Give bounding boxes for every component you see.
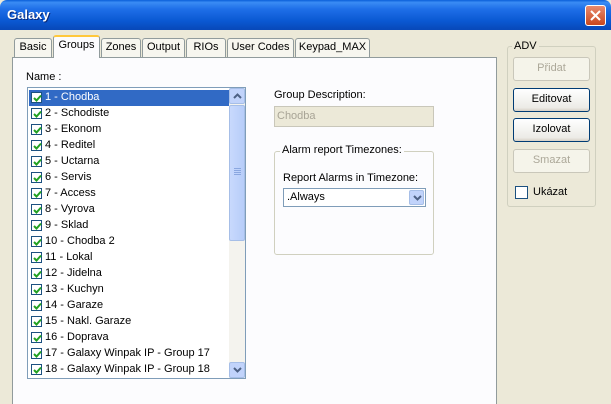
- tab-user-codes[interactable]: User Codes: [227, 38, 294, 57]
- tab-keypad-max[interactable]: Keypad_MAX: [295, 38, 370, 57]
- adv-title: ADV: [512, 40, 539, 52]
- checkbox[interactable]: [31, 236, 42, 247]
- list-item[interactable]: 3 - Ekonom: [29, 122, 230, 138]
- name-label: Name :: [26, 71, 62, 83]
- checkmark-icon: [33, 190, 42, 198]
- list-item[interactable]: 12 - Jidelna: [29, 266, 230, 282]
- checkbox[interactable]: [31, 316, 42, 327]
- checkbox[interactable]: [31, 156, 42, 167]
- checkmark-icon: [33, 158, 42, 166]
- list-item[interactable]: 16 - Doprava: [29, 330, 230, 346]
- show-checkbox-label: Ukázat: [533, 186, 568, 198]
- checkmark-icon: [33, 254, 42, 262]
- checkbox[interactable]: [31, 172, 42, 183]
- list-item[interactable]: 9 - Sklad: [29, 218, 230, 234]
- checkbox[interactable]: [31, 140, 42, 151]
- chevron-down-icon: [413, 195, 422, 201]
- list-item[interactable]: 13 - Kuchyn: [29, 282, 230, 298]
- checkbox[interactable]: [31, 188, 42, 199]
- checkmark-icon: [33, 126, 42, 134]
- tab-groups[interactable]: Groups: [53, 35, 100, 58]
- list-item[interactable]: 6 - Servis: [29, 170, 230, 186]
- checkmark-icon: [33, 302, 42, 310]
- tab-zones[interactable]: Zones: [101, 38, 141, 57]
- checkmark-icon: [33, 350, 42, 358]
- checkbox[interactable]: [31, 348, 42, 359]
- close-button[interactable]: [585, 5, 606, 26]
- checkmark-icon: [33, 94, 42, 102]
- chevron-up-icon: [233, 93, 242, 99]
- list-item[interactable]: 11 - Lokal: [29, 250, 230, 266]
- checkmark-icon: [33, 222, 42, 230]
- timezone-dropdown-button[interactable]: [409, 190, 424, 205]
- checkmark-icon: [33, 206, 42, 214]
- checkmark-icon: [33, 142, 42, 150]
- timezone-selected-value: .Always: [287, 191, 325, 203]
- window-title: Galaxy: [7, 7, 50, 22]
- close-icon: [590, 10, 601, 21]
- checkmark-icon: [33, 110, 42, 118]
- checkmark-icon: [33, 366, 42, 374]
- delete-button[interactable]: Smazat: [513, 149, 590, 173]
- groups-tab-panel: Name : 1 - Chodba 2 - Schodiste 3 - Ekon…: [12, 57, 497, 404]
- list-item[interactable]: 1 - Chodba: [29, 90, 230, 106]
- checkbox[interactable]: [31, 268, 42, 279]
- checkbox[interactable]: [31, 92, 42, 103]
- list-item[interactable]: 14 - Garaze: [29, 298, 230, 314]
- tab-output[interactable]: Output: [142, 38, 185, 57]
- report-alarms-label: Report Alarms in Timezone:: [283, 172, 419, 184]
- groups-list[interactable]: 1 - Chodba 2 - Schodiste 3 - Ekonom 4 - …: [27, 87, 246, 379]
- group-description-field[interactable]: Chodba: [274, 106, 434, 127]
- checkbox[interactable]: [31, 220, 42, 231]
- show-checkbox[interactable]: [515, 186, 528, 199]
- checkmark-icon: [33, 174, 42, 182]
- group-description-label: Group Description:: [274, 89, 366, 101]
- list-item[interactable]: 18 - Galaxy Winpak IP - Group 18: [29, 362, 230, 378]
- add-button[interactable]: Přidat: [513, 57, 590, 81]
- tab-rios[interactable]: RIOs: [186, 38, 226, 57]
- list-scrollbar[interactable]: [229, 88, 245, 378]
- checkbox[interactable]: [31, 332, 42, 343]
- checkbox[interactable]: [31, 284, 42, 295]
- checkbox[interactable]: [31, 364, 42, 375]
- checkbox[interactable]: [31, 124, 42, 135]
- isolate-button[interactable]: Izolovat: [513, 118, 590, 142]
- checkbox[interactable]: [31, 204, 42, 215]
- checkbox[interactable]: [31, 252, 42, 263]
- list-item[interactable]: 10 - Chodba 2: [29, 234, 230, 250]
- list-item[interactable]: 7 - Access: [29, 186, 230, 202]
- checkmark-icon: [33, 286, 42, 294]
- checkmark-icon: [33, 318, 42, 326]
- list-item[interactable]: 17 - Galaxy Winpak IP - Group 17: [29, 346, 230, 362]
- checkmark-icon: [33, 334, 42, 342]
- checkmark-icon: [33, 238, 42, 246]
- list-item[interactable]: 8 - Vyrova: [29, 202, 230, 218]
- edit-button[interactable]: Editovat: [513, 88, 590, 112]
- scroll-thumb[interactable]: [229, 105, 245, 241]
- chevron-down-icon: [233, 367, 242, 373]
- list-item[interactable]: 5 - Uctarna: [29, 154, 230, 170]
- alarm-timezones-title: Alarm report Timezones:: [280, 144, 404, 156]
- list-item[interactable]: 4 - Reditel: [29, 138, 230, 154]
- scroll-down-button[interactable]: [229, 362, 245, 378]
- checkbox[interactable]: [31, 300, 42, 311]
- checkbox[interactable]: [31, 108, 42, 119]
- title-bar: Galaxy: [0, 0, 611, 30]
- timezone-select[interactable]: .Always: [283, 188, 426, 207]
- scroll-up-button[interactable]: [229, 88, 245, 104]
- list-item[interactable]: 2 - Schodiste: [29, 106, 230, 122]
- tab-basic[interactable]: Basic: [14, 38, 52, 57]
- list-item[interactable]: 15 - Nakl. Garaze: [29, 314, 230, 330]
- checkmark-icon: [33, 270, 42, 278]
